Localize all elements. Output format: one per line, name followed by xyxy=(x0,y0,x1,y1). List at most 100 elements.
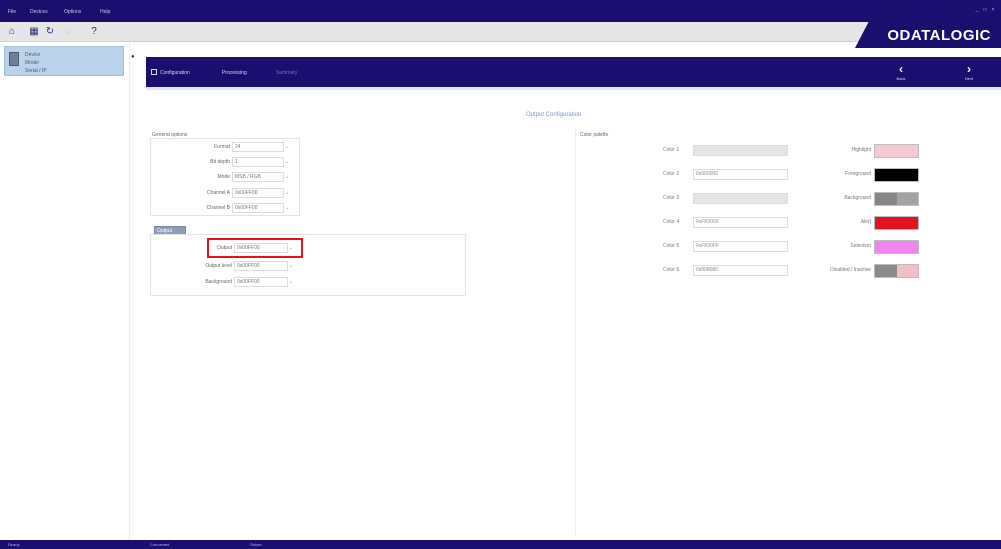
channel-a-label: Channel A xyxy=(206,190,230,196)
channel-b-input[interactable]: 0x00FF00 xyxy=(232,203,284,213)
bit-depth-select[interactable]: 1 xyxy=(232,157,284,167)
palette-row: Color 5 0xFF00FF Selection xyxy=(663,240,923,254)
color-swatch[interactable] xyxy=(874,168,919,182)
menu-file[interactable]: File xyxy=(8,9,16,15)
palette-color-input[interactable]: 0xFF0000 xyxy=(693,217,788,228)
brand-panel: ODATALOGIC xyxy=(855,20,1001,48)
swatch-color-cell xyxy=(896,169,918,181)
palette-row: Color 1 Highlight xyxy=(663,144,923,158)
minimize-button[interactable]: _ xyxy=(974,8,980,13)
device-line-2: Model xyxy=(25,60,39,66)
disabled-icon: ◌ xyxy=(65,26,71,37)
background-spin-icon[interactable]: ⌄ xyxy=(288,278,294,286)
swatch-color-cell xyxy=(875,193,897,205)
color-swatch[interactable] xyxy=(874,216,919,230)
output-level-input[interactable]: 0x00FF00 xyxy=(234,261,288,271)
color-swatch[interactable] xyxy=(874,144,919,158)
bit-depth-spin-icon[interactable]: ⌄ xyxy=(284,158,290,166)
back-button[interactable]: ‹ Back xyxy=(891,62,911,84)
refresh-icon[interactable]: ↻ xyxy=(44,26,56,38)
palette-color-input[interactable] xyxy=(693,193,788,204)
palette-color-label: Color 3 xyxy=(663,195,680,201)
palette-color-name: Alert xyxy=(860,219,871,225)
next-label: Next xyxy=(964,76,974,81)
palette-color-label: Color 4 xyxy=(663,219,680,225)
palette-color-input[interactable] xyxy=(693,145,788,156)
channel-b-spin-icon[interactable]: ⌄ xyxy=(284,204,290,212)
palette-row: Color 3 Background xyxy=(663,192,923,206)
palette-color-name: Disabled / Inactive xyxy=(830,267,871,273)
color-swatch[interactable] xyxy=(874,192,919,206)
swatch-color-cell xyxy=(875,265,897,277)
device-icon xyxy=(9,52,19,66)
swatch-color-cell xyxy=(896,145,918,157)
page-title: Output Configuration xyxy=(526,112,582,118)
next-button[interactable]: › Next xyxy=(959,62,979,84)
swatch-color-cell xyxy=(875,169,897,181)
palette-color-name: Selection xyxy=(850,243,871,249)
device-line-1: Device xyxy=(25,52,41,58)
channel-b-label: Channel B xyxy=(206,205,230,211)
step-processing[interactable]: Processing xyxy=(222,70,247,76)
back-label: Back xyxy=(896,76,906,81)
palette-row: Color 2 0x000000 Foreground xyxy=(663,168,923,182)
swatch-color-cell xyxy=(875,217,897,229)
next-arrow-icon: › xyxy=(967,62,971,76)
palette-color-name: Highlight xyxy=(851,147,871,153)
mode-select[interactable]: MSB / RGB xyxy=(232,172,284,182)
option-row-mode: Mode MSB / RGB ⌄ xyxy=(217,172,292,182)
palette-color-input[interactable]: 0x000000 xyxy=(693,169,788,180)
color-palette-label: Color palette xyxy=(580,132,609,138)
step-configuration[interactable]: Configuration xyxy=(160,70,190,76)
home-icon[interactable]: ⌂ xyxy=(6,26,18,38)
status-ready: Ready xyxy=(8,542,20,547)
menu-devices[interactable]: Devices xyxy=(30,9,48,15)
color-swatch[interactable] xyxy=(874,264,919,278)
device-line-3: Serial / IP xyxy=(25,68,47,74)
main-content: Output Configuration General options For… xyxy=(146,90,1001,540)
wizard-bar: Configuration Processing Summary ‹ Back … xyxy=(146,57,1001,87)
save-icon[interactable]: ▦ xyxy=(28,26,40,38)
swatch-color-cell xyxy=(896,193,918,205)
maximize-button[interactable]: □ xyxy=(982,8,988,13)
mode-label: Mode xyxy=(217,174,230,180)
swatch-color-cell xyxy=(896,217,918,229)
mode-spin-icon[interactable]: ⌄ xyxy=(284,173,290,181)
menu-help[interactable]: Help xyxy=(100,9,110,15)
channel-a-spin-icon[interactable]: ⌄ xyxy=(284,189,290,197)
palette-color-input[interactable]: 0xFF00FF xyxy=(693,241,788,252)
palette-color-label: Color 1 xyxy=(663,147,680,153)
toolbar: ⌂ ▦ ↻ ◌ ? xyxy=(0,22,1001,42)
back-arrow-icon: ‹ xyxy=(899,62,903,76)
palette-color-input[interactable]: 0x808080 xyxy=(693,265,788,276)
format-select[interactable]: 24 xyxy=(232,142,284,152)
format-label: Format xyxy=(214,144,230,150)
menu-options[interactable]: Options xyxy=(64,9,81,15)
palette-color-label: Color 6 xyxy=(663,267,680,273)
palette-color-label: Color 2 xyxy=(663,171,680,177)
swatch-color-cell xyxy=(875,145,897,157)
device-pane: Device Model Serial / IP xyxy=(0,42,130,540)
step-summary[interactable]: Summary xyxy=(276,70,297,76)
background-label: Background xyxy=(205,279,232,285)
highlight-box xyxy=(207,238,303,258)
output-level-spin-icon[interactable]: ⌄ xyxy=(288,262,294,270)
help-icon[interactable]: ? xyxy=(88,26,100,38)
status-bar: Ready Connected Online xyxy=(0,540,1001,549)
pin-icon[interactable]: ● xyxy=(131,54,137,60)
format-spin-icon[interactable]: ⌄ xyxy=(284,143,290,151)
close-button[interactable]: × xyxy=(990,8,996,13)
option-row-format: Format 24 ⌄ xyxy=(214,142,292,152)
status-connected: Connected xyxy=(150,542,170,547)
background-input[interactable]: 0x00FF00 xyxy=(234,277,288,287)
color-swatch[interactable] xyxy=(874,240,919,254)
option-row-channel-a: Channel A 0x00FF00 ⌄ xyxy=(207,188,292,198)
step-checkbox xyxy=(151,69,157,75)
column-divider xyxy=(575,130,576,535)
swatch-color-cell xyxy=(896,241,918,253)
palette-color-name: Foreground xyxy=(845,171,871,177)
option-row-background: Background 0x00FF00 ⌄ xyxy=(205,277,296,287)
option-row-output-level: Output level 0x00FF00 ⌄ xyxy=(205,261,296,271)
device-card[interactable]: Device Model Serial / IP xyxy=(4,46,124,76)
channel-a-input[interactable]: 0x00FF00 xyxy=(232,188,284,198)
